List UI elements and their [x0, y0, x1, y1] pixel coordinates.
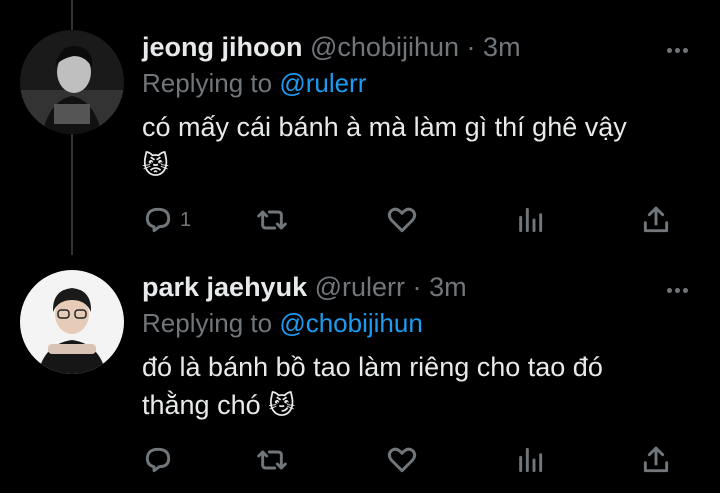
- timestamp[interactable]: 3m: [483, 32, 521, 62]
- user-handle[interactable]: @rulerr: [315, 272, 405, 302]
- avatar[interactable]: [20, 270, 124, 374]
- reply-button[interactable]: [142, 444, 180, 476]
- share-button[interactable]: [640, 444, 672, 476]
- retweet-icon: [257, 210, 287, 230]
- timestamp[interactable]: 3m: [429, 272, 467, 302]
- like-icon: [387, 207, 417, 233]
- share-button[interactable]: [640, 204, 672, 236]
- replying-to-label: Replying to: [142, 68, 273, 98]
- retweet-button[interactable]: [256, 204, 288, 236]
- share-icon: [643, 206, 669, 233]
- retweet-button[interactable]: [256, 444, 288, 476]
- display-name[interactable]: park jaehyuk: [142, 272, 307, 302]
- views-button[interactable]: [514, 204, 546, 236]
- reply-button[interactable]: 1: [142, 204, 191, 236]
- thread-line-top: [71, 0, 73, 34]
- separator-dot: ·: [466, 32, 476, 62]
- tweet-text-content: đó là bánh bồ tao làm riêng cho tao đó t…: [142, 352, 603, 420]
- tweet-text-content: có mấy cái bánh à mà làm gì thí ghê vậy: [142, 112, 627, 142]
- like-button[interactable]: [386, 444, 418, 476]
- display-name[interactable]: jeong jihoon: [142, 32, 302, 62]
- like-icon: [387, 447, 417, 473]
- smirking-cat-emoji: 😼: [268, 390, 296, 420]
- action-bar: [142, 444, 682, 474]
- more-icon[interactable]: [664, 40, 690, 60]
- pouting-cat-emoji: 😾: [142, 150, 170, 180]
- user-handle[interactable]: @chobijihun: [310, 32, 459, 62]
- retweet-icon: [257, 450, 287, 470]
- tweet-text: đó là bánh bồ tao làm riêng cho tao đó t…: [142, 348, 662, 424]
- separator-dot: ·: [412, 272, 422, 302]
- more-icon[interactable]: [664, 280, 690, 300]
- replying-to-mention[interactable]: @rulerr: [279, 68, 366, 98]
- tweet-header: jeong jihoon @chobijihun · 3m: [142, 30, 521, 64]
- avatar[interactable]: [20, 30, 124, 134]
- replying-to: Replying to @rulerr: [142, 66, 366, 100]
- reply-count: 1: [180, 208, 192, 231]
- action-bar: 1: [142, 204, 682, 234]
- replying-to-label: Replying to: [142, 308, 273, 338]
- share-icon: [643, 446, 669, 473]
- views-button[interactable]: [514, 444, 546, 476]
- views-icon: [519, 447, 543, 473]
- tweet-text: có mấy cái bánh à mà làm gì thí ghê vậy …: [142, 108, 702, 184]
- reply-icon: [145, 207, 171, 233]
- replying-to: Replying to @chobijihun: [142, 306, 423, 340]
- replying-to-mention[interactable]: @chobijihun: [279, 308, 422, 338]
- reply-icon: [145, 447, 171, 473]
- thread-line-connector: [71, 130, 73, 255]
- tweet-header: park jaehyuk @rulerr · 3m: [142, 270, 467, 304]
- like-button[interactable]: [386, 204, 418, 236]
- views-icon: [519, 207, 543, 233]
